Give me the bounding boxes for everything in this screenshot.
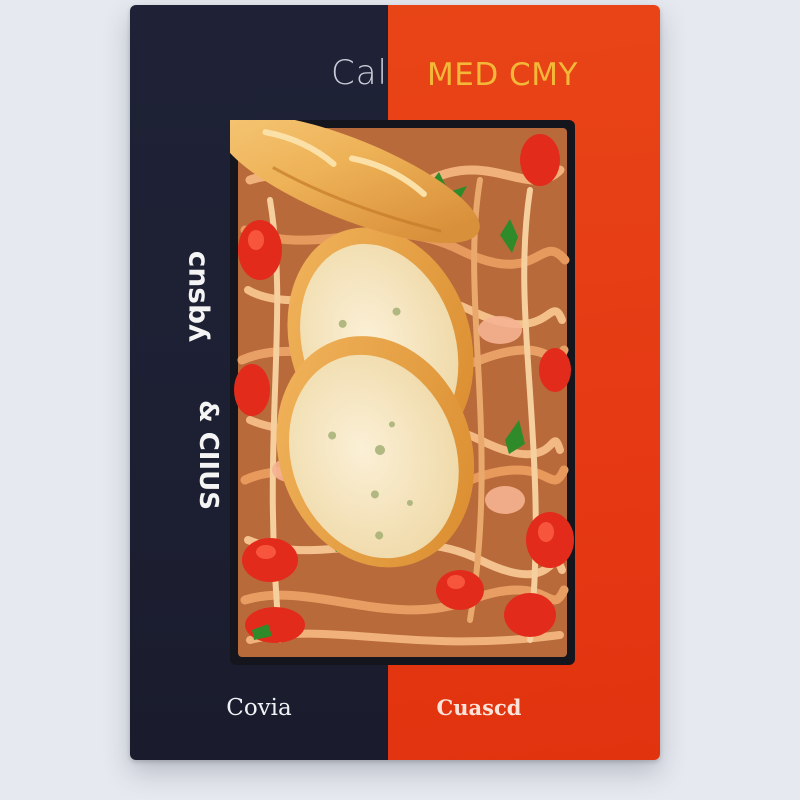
side-text-bottom: & CIIUS <box>193 400 223 510</box>
menu-card: Cal MED CMY cnsbʎ & CIIUS Covia Cuascd <box>130 5 660 760</box>
pasta-dish-image <box>230 120 575 665</box>
bottom-right-label: Cuascd <box>436 695 522 720</box>
title-right: MED CMY <box>427 57 578 93</box>
side-text-top: cnsbʎ <box>182 250 216 343</box>
bottom-left-label: Covia <box>226 695 292 721</box>
title-left: Cal <box>330 53 388 93</box>
